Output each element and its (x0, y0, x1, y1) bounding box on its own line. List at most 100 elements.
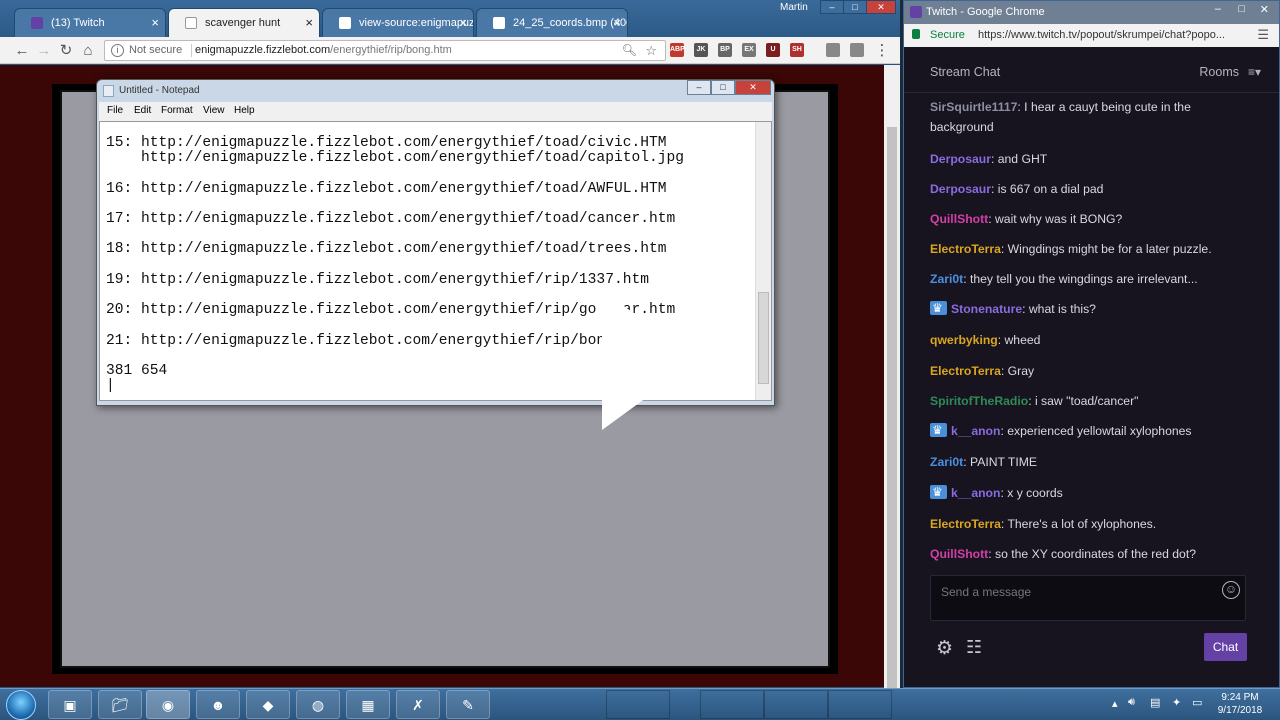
chat-send-button[interactable]: Chat (1204, 633, 1247, 661)
close-window-button[interactable]: ✕ (1260, 3, 1269, 16)
chat-message: k__anon: experienced yellowtail xylophon… (930, 420, 1220, 441)
menu-view[interactable]: View (203, 105, 225, 116)
extension-icon[interactable] (826, 43, 840, 57)
taskbar-app-chrome[interactable]: ◉ (146, 690, 190, 719)
chat-username[interactable]: k__anon (951, 486, 1000, 500)
chat-username[interactable]: ElectroTerra (930, 517, 1001, 531)
info-icon[interactable]: i (111, 44, 124, 57)
chat-username[interactable]: ElectroTerra (930, 242, 1001, 256)
adblock-icon[interactable]: ABP (670, 43, 685, 57)
chat-message-input[interactable]: Send a message (930, 575, 1246, 621)
chat-message-text: : Gray (1000, 364, 1035, 378)
extension-icon[interactable] (850, 43, 864, 57)
reflection (764, 690, 828, 719)
menu-format[interactable]: Format (161, 105, 193, 116)
close-icon[interactable]: × (305, 9, 313, 37)
security-label[interactable]: Not secure (129, 41, 182, 60)
maximize-button[interactable]: □ (711, 80, 735, 95)
taskbar-app-generic[interactable]: ◆ (246, 690, 290, 719)
chat-title: Stream Chat (930, 65, 1001, 79)
menu-edit[interactable]: Edit (134, 105, 151, 116)
extension-icon[interactable]: SH (790, 43, 804, 57)
minimize-button[interactable]: – (687, 80, 711, 95)
close-icon[interactable]: × (459, 9, 467, 37)
tab-twitch[interactable]: (13) Twitch × (14, 8, 166, 37)
subscriber-badge-icon[interactable] (930, 420, 947, 440)
chat-username[interactable]: SpiritofTheRadio (930, 394, 1028, 408)
taskbar-app-computer[interactable]: ▣ (48, 690, 92, 719)
close-icon[interactable]: × (613, 9, 621, 37)
dropbox-icon[interactable]: ✦ (1172, 696, 1181, 709)
maximize-button[interactable]: □ (1238, 3, 1245, 15)
chat-username[interactable]: Stonenature (951, 302, 1022, 316)
chat-username[interactable]: Zari0t (930, 272, 963, 286)
menu-file[interactable]: File (107, 105, 123, 116)
tab-view-source[interactable]: view-source:enigmapuzz × (322, 8, 474, 37)
taskbar-app-calculator[interactable]: ▦ (346, 690, 390, 719)
chat-username[interactable]: qwerbyking (930, 333, 998, 347)
close-icon[interactable]: × (151, 9, 159, 37)
extension-icon[interactable]: EX (742, 43, 756, 57)
close-window-button[interactable]: ✕ (735, 80, 771, 95)
page-scrollbar[interactable] (884, 65, 900, 717)
page-icon (185, 17, 197, 29)
url-text[interactable]: enigmapuzzle.fizzlebot.com/energythief/r… (195, 41, 452, 60)
tab-label: scavenger hunt (205, 17, 281, 29)
scrollbar-thumb[interactable] (758, 292, 769, 384)
menu-icon[interactable]: ☰ (1257, 27, 1269, 43)
chat-message-list[interactable]: SirSquirtle1117: I hear a cauyt being cu… (904, 93, 1279, 568)
taskbar-app-generic[interactable]: ✗ (396, 690, 440, 719)
minimize-button[interactable]: – (1215, 3, 1221, 15)
chat-username[interactable]: ElectroTerra (930, 364, 1001, 378)
chat-username[interactable]: QuillShott (930, 212, 988, 226)
taskbar-app-explorer[interactable]: 📁︎ (98, 690, 142, 719)
chat-username[interactable]: k__anon (951, 424, 1000, 438)
volume-icon[interactable]: 🔊︎ (1128, 696, 1135, 709)
tab-coords-bmp[interactable]: 24_25_coords.bmp (400× × (476, 8, 628, 37)
bookmark-star-icon[interactable]: ☆ (645, 41, 657, 60)
subscriber-badge-icon[interactable] (930, 298, 947, 318)
forward-icon[interactable]: → (34, 41, 54, 61)
viewer-list-icon[interactable]: ☷ (966, 637, 982, 658)
home-icon[interactable]: ⌂ (78, 41, 98, 61)
rooms-menu-icon[interactable]: ≡▾ (1248, 65, 1261, 79)
emote-picker-icon[interactable]: ☺ (1222, 581, 1240, 599)
menu-help[interactable]: Help (234, 105, 255, 116)
close-window-button[interactable]: ✕ (866, 0, 896, 14)
gear-icon[interactable]: ⚙ (936, 637, 953, 660)
chat-username[interactable]: Derposaur (930, 182, 991, 196)
taskbar-clock[interactable]: 9:24 PM 9/17/2018 (1210, 691, 1270, 717)
notepad-icon (103, 85, 114, 97)
search-icon[interactable]: 🔍︎ (622, 41, 637, 60)
notepad-scrollbar[interactable] (755, 122, 771, 400)
chat-message: SpiritofTheRadio: i saw "toad/cancer" (930, 391, 1220, 411)
extension-icon[interactable]: JK (694, 43, 708, 57)
taskbar-app-paint[interactable]: ✎ (446, 690, 490, 719)
profile-name[interactable]: Martin (780, 2, 808, 13)
extension-icon[interactable]: BP (718, 43, 732, 57)
address-bar[interactable]: i Not secure enigmapuzzle.fizzlebot.com/… (104, 40, 666, 61)
address-bar[interactable]: Secure https://www.twitch.tv/popout/skru… (904, 24, 1279, 47)
back-icon[interactable]: ← (12, 41, 32, 61)
url-text[interactable]: https://www.twitch.tv/popout/skrumpei/ch… (978, 29, 1225, 41)
maximize-button[interactable]: □ (843, 0, 867, 14)
rooms-button[interactable]: Rooms (1199, 65, 1239, 79)
minimize-button[interactable]: – (820, 0, 844, 14)
chat-username[interactable]: Zari0t (930, 455, 963, 469)
scrollbar-thumb[interactable] (887, 127, 897, 717)
chat-username[interactable]: Derposaur (930, 152, 991, 166)
network-icon[interactable]: ▤ (1150, 696, 1160, 709)
chat-username[interactable]: SirSquirtle1117 (930, 100, 1017, 114)
tray-overflow-icon[interactable]: ▴ (1112, 697, 1118, 710)
chat-username[interactable]: QuillShott (930, 547, 988, 561)
start-button[interactable] (6, 690, 36, 720)
subscriber-badge-icon[interactable] (930, 482, 947, 502)
ublock-icon[interactable]: U (766, 43, 780, 57)
menu-icon[interactable]: ⋮ (872, 41, 892, 61)
tab-scavenger-hunt[interactable]: scavenger hunt × (168, 8, 320, 37)
tray-icon[interactable]: ▭ (1192, 696, 1202, 709)
play-icon[interactable] (590, 285, 710, 435)
taskbar-app-obs[interactable]: ◍ (296, 690, 340, 719)
reload-icon[interactable]: ↻ (56, 41, 76, 61)
taskbar-app-discord[interactable]: ☻ (196, 690, 240, 719)
